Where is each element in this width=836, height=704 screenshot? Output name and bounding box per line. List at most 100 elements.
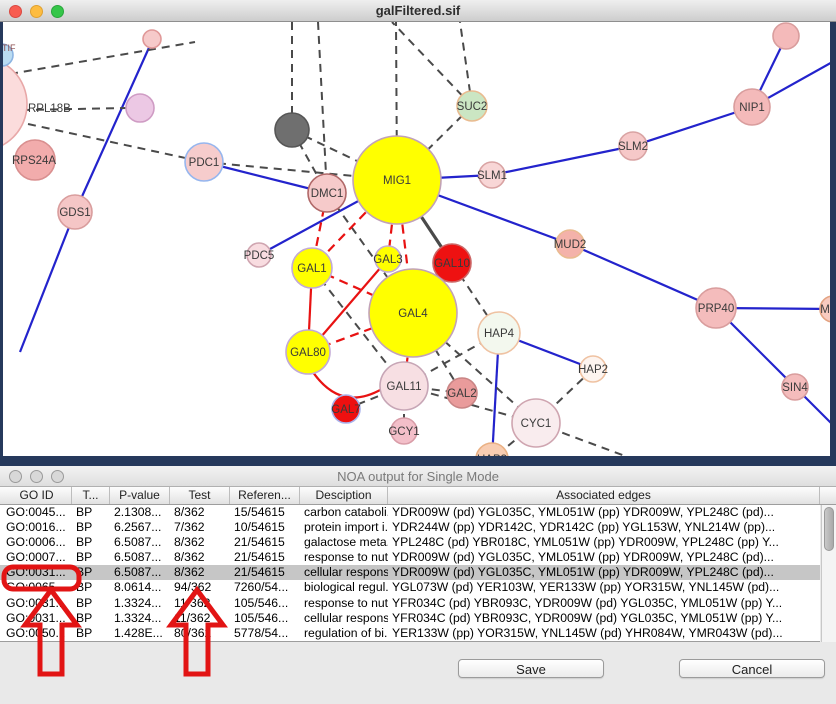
node-MIG1[interactable]: MIG1	[353, 136, 441, 224]
node-GAL4[interactable]: GAL4	[369, 269, 457, 357]
loose-node-label: TIF	[2, 43, 16, 53]
node-unnamed-left[interactable]	[0, 57, 27, 151]
node-MUD2[interactable]: MUD2	[554, 230, 587, 258]
cell-6: YPL248C (pd) YBR018C, YML051W (pp) YDR00…	[388, 535, 820, 550]
table-row[interactable]: GO:0007...BP6.5087...8/36221/54615respon…	[0, 550, 820, 565]
node-DMC1-label: DMC1	[311, 188, 344, 200]
node-RPS24A[interactable]: RPS24A	[12, 140, 56, 180]
cancel-button[interactable]: Cancel	[679, 659, 825, 678]
save-button[interactable]: Save	[458, 659, 604, 678]
cell-4: 10/54615	[230, 520, 300, 535]
cell-1: BP	[72, 550, 110, 565]
node-RPS24A-label: RPS24A	[12, 155, 56, 167]
vertical-scrollbar[interactable]	[821, 505, 836, 642]
node-SIN4[interactable]: SIN4	[782, 374, 808, 400]
node-PDC5[interactable]: PDC5	[244, 243, 275, 267]
cell-4: 21/54615	[230, 550, 300, 565]
cell-6: YDR009W (pd) YGL035C, YML051W (pp) YDR00…	[388, 565, 820, 580]
edge-blue	[492, 146, 633, 175]
network-graph: RPL18B RPS24A GDS1 PDC1 DMC1 SUC2 MIG1 SLM1 SLM2…	[0, 22, 836, 456]
node-GAL7[interactable]: GAL7	[331, 395, 360, 423]
node-GAL3[interactable]: GAL3	[373, 246, 402, 272]
column-header-desciption[interactable]: Desciption	[300, 487, 388, 504]
node-SLM1-label: SLM1	[477, 170, 507, 182]
node-SLM1[interactable]: SLM1	[477, 162, 507, 188]
column-header-go-id[interactable]: GO ID	[2, 487, 72, 504]
node-PDC1[interactable]: PDC1	[185, 143, 223, 181]
column-header-associated-edges[interactable]: Associated edges	[388, 487, 820, 504]
cell-0: GO:0065...	[2, 580, 72, 595]
node-MUD2-label: MUD2	[554, 239, 587, 251]
cell-4: 7260/54...	[230, 580, 300, 595]
cell-1: BP	[72, 535, 110, 550]
node-HAP2[interactable]: HAP2	[578, 356, 608, 382]
edge-blue	[20, 212, 75, 352]
noa-window-titlebar[interactable]: NOA output for Single Mode	[0, 466, 836, 487]
node-SLM2[interactable]: SLM2	[618, 132, 648, 160]
node-top-pink[interactable]	[143, 30, 161, 48]
node-GAL1[interactable]: GAL1	[292, 248, 332, 288]
cell-5: regulation of bi...	[300, 626, 388, 641]
node-CYC1[interactable]: CYC1	[512, 399, 560, 447]
cell-6: YDR244W (pp) YDR142C, YDR142C (pp) YGL15…	[388, 520, 820, 535]
node-SIN4-label: SIN4	[782, 382, 808, 394]
node-MIG1-label: MIG1	[383, 175, 411, 187]
node-GAL2-label: GAL2	[447, 388, 476, 400]
node-GAL4-label: GAL4	[398, 308, 428, 320]
canvas-right-border	[830, 22, 836, 456]
table-row[interactable]: GO:0065...BP8.0614...94/3627260/54...bio…	[0, 580, 820, 595]
table-row[interactable]: GO:0016...BP6.2567...7/36210/54615protei…	[0, 520, 820, 535]
node-GCY1-label: GCY1	[388, 426, 419, 438]
column-header-referen-[interactable]: Referen...	[230, 487, 300, 504]
table-row[interactable]: GO:0031...BP6.5087...8/36221/54615cellul…	[0, 565, 820, 580]
node-GDS1[interactable]: GDS1	[58, 195, 92, 229]
edge-blue	[75, 41, 152, 212]
table-row[interactable]: GO:0031...BP1.3324...11/362105/546...cel…	[0, 611, 820, 626]
network-window: galFiltered.sif RPL18B RPS24A GDS1 PDC1 DMC1…	[0, 0, 836, 456]
table-row[interactable]: GO:0050...BP1.428E...80/3625778/54...reg…	[0, 626, 820, 641]
node-GAL10-label: GAL10	[434, 258, 470, 270]
node-RPL18B-label: RPL18B	[28, 103, 71, 115]
node-GAL2[interactable]: GAL2	[447, 378, 477, 408]
cell-2: 6.5087...	[110, 565, 170, 580]
cell-2: 1.3324...	[110, 611, 170, 626]
window-title: galFiltered.sif	[0, 0, 836, 22]
node-gray[interactable]	[275, 113, 309, 147]
cell-3: 94/362	[170, 580, 230, 595]
table-row[interactable]: GO:0045...BP2.1308...8/36215/54615carbon…	[0, 505, 820, 520]
cell-5: biological regul...	[300, 580, 388, 595]
cell-0: GO:0031...	[2, 565, 72, 580]
node-NIP1[interactable]: NIP1	[734, 89, 770, 125]
cell-0: GO:0050...	[2, 626, 72, 641]
node-HAP3[interactable]: HAP3	[476, 443, 508, 456]
scrollbar-thumb[interactable]	[824, 507, 834, 551]
cell-6: YDR009W (pd) YGL035C, YML051W (pp) YDR00…	[388, 550, 820, 565]
column-header-p-value[interactable]: P-value	[110, 487, 170, 504]
column-header-test[interactable]: Test	[170, 487, 230, 504]
node-RPL18B[interactable]: RPL18B	[28, 94, 154, 122]
node-HAP4[interactable]: HAP4	[478, 312, 520, 354]
node-PRP40[interactable]: PRP40	[696, 288, 736, 328]
network-window-titlebar[interactable]: galFiltered.sif	[0, 0, 836, 22]
node-PDC1-label: PDC1	[189, 157, 220, 169]
cell-5: carbon cataboli...	[300, 505, 388, 520]
table-row[interactable]: GO:0031...BP1.3324...11/362105/546...res…	[0, 596, 820, 611]
node-topright-pink[interactable]	[773, 23, 799, 49]
node-GAL7-label: GAL7	[331, 404, 360, 416]
node-GAL10[interactable]: GAL10	[433, 244, 471, 282]
node-GAL80-label: GAL80	[290, 347, 326, 359]
network-canvas[interactable]: RPL18B RPS24A GDS1 PDC1 DMC1 SUC2 MIG1 SLM1 SLM2…	[0, 22, 836, 456]
node-DMC1[interactable]: DMC1	[308, 174, 346, 212]
node-GAL80[interactable]: GAL80	[286, 330, 330, 374]
node-GCY1[interactable]: GCY1	[388, 418, 419, 444]
node-GAL11[interactable]: GAL11	[380, 362, 428, 410]
cell-3: 8/362	[170, 565, 230, 580]
cell-5: cellular respons...	[300, 565, 388, 580]
cell-3: 8/362	[170, 535, 230, 550]
cell-1: BP	[72, 626, 110, 641]
cell-3: 11/362	[170, 596, 230, 611]
table-row[interactable]: GO:0006...BP6.5087...8/36221/54615galact…	[0, 535, 820, 550]
window-title: NOA output for Single Mode	[0, 466, 836, 487]
column-header-t-[interactable]: T...	[72, 487, 110, 504]
node-SUC2[interactable]: SUC2	[457, 91, 488, 121]
